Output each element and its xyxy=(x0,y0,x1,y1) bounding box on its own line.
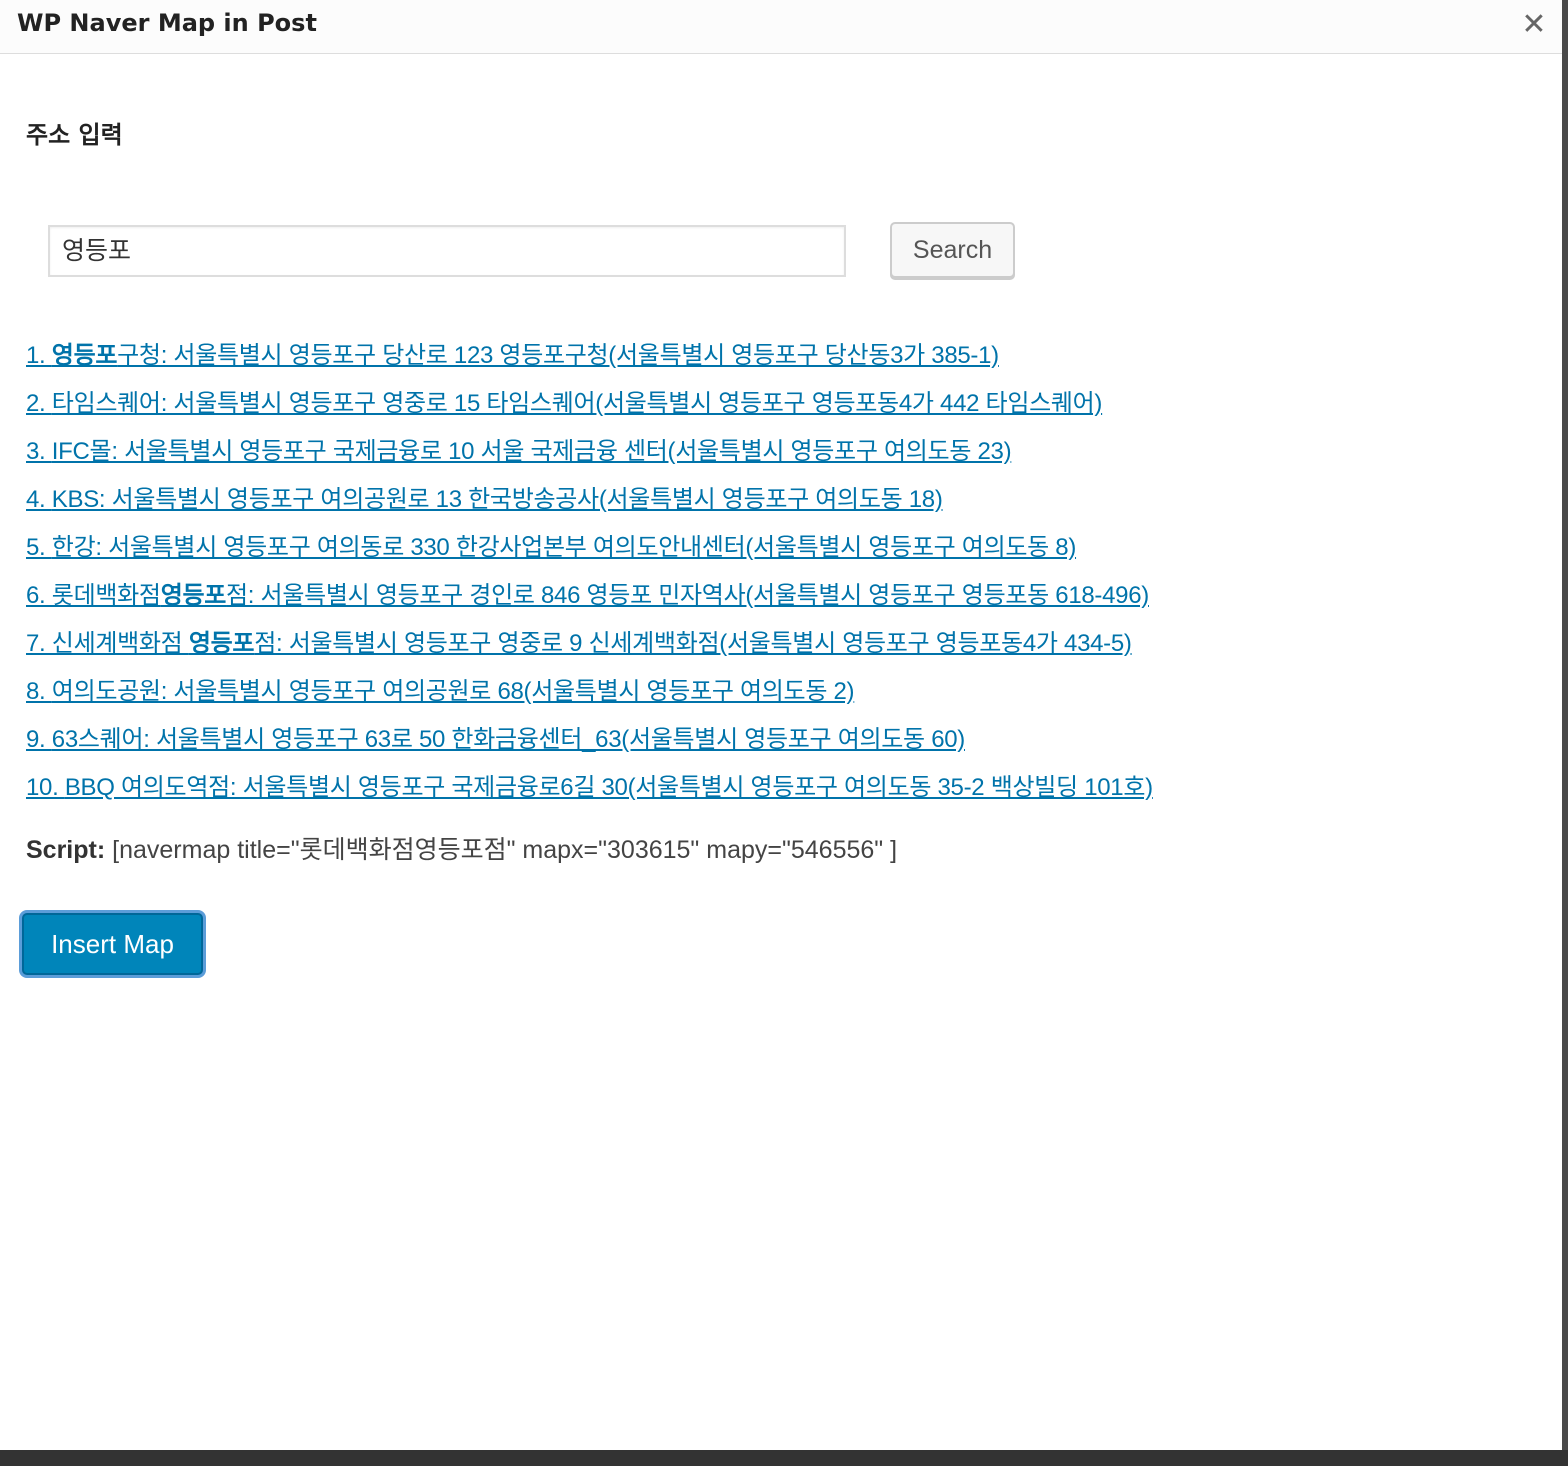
backdrop-edge-bottom xyxy=(0,1450,1568,1466)
result-item: 10. BBQ 여의도역점: 서울특별시 영등포구 국제금융로6길 30(서울특… xyxy=(26,768,1153,816)
result-link[interactable]: 9. 63스퀘어: 서울특별시 영등포구 63로 50 한화금융센터_63(서울… xyxy=(26,726,965,753)
result-link[interactable]: 5. 한강: 서울특별시 영등포구 여의동로 330 한강사업본부 여의도안내센… xyxy=(26,534,1076,561)
result-link[interactable]: 3. IFC몰: 서울특별시 영등포구 국제금융로 10 서울 국제금융 센터(… xyxy=(26,438,1012,465)
search-results-list: 1. 영등포구청: 서울특별시 영등포구 당산로 123 영등포구청(서울특별시… xyxy=(26,336,1153,816)
result-item: 2. 타임스퀘어: 서울특별시 영등포구 영중로 15 타임스퀘어(서울특별시 … xyxy=(26,384,1153,432)
result-item: 5. 한강: 서울특별시 영등포구 여의동로 330 한강사업본부 여의도안내센… xyxy=(26,528,1153,576)
address-heading: 주소 입력 xyxy=(26,121,123,149)
backdrop-edge-right xyxy=(1562,0,1568,1466)
insert-map-button[interactable]: Insert Map xyxy=(22,913,203,975)
result-link[interactable]: 10. BBQ 여의도역점: 서울특별시 영등포구 국제금융로6길 30(서울특… xyxy=(26,774,1153,801)
result-item: 8. 여의도공원: 서울특별시 영등포구 여의공원로 68(서울특별시 영등포구… xyxy=(26,672,1153,720)
result-link[interactable]: 2. 타임스퀘어: 서울특별시 영등포구 영중로 15 타임스퀘어(서울특별시 … xyxy=(26,390,1102,417)
result-link[interactable]: 1. 영등포구청: 서울특별시 영등포구 당산로 123 영등포구청(서울특별시… xyxy=(26,342,999,369)
result-item: 6. 롯데백화점영등포점: 서울특별시 영등포구 경인로 846 영등포 민자역… xyxy=(26,576,1153,624)
script-value: [navermap title="롯데백화점영등포점" mapx="303615… xyxy=(112,836,898,864)
result-link[interactable]: 7. 신세계백화점 영등포점: 서울특별시 영등포구 영중로 9 신세계백화점(… xyxy=(26,630,1132,657)
result-item: 4. KBS: 서울특별시 영등포구 여의공원로 13 한국방송공사(서울특별시… xyxy=(26,480,1153,528)
script-label: Script: xyxy=(26,836,106,864)
result-item: 9. 63스퀘어: 서울특별시 영등포구 63로 50 한화금융센터_63(서울… xyxy=(26,720,1153,768)
result-item: 7. 신세계백화점 영등포점: 서울특별시 영등포구 영중로 9 신세계백화점(… xyxy=(26,624,1153,672)
close-icon[interactable]: ✕ xyxy=(1514,4,1554,46)
result-link[interactable]: 4. KBS: 서울특별시 영등포구 여의공원로 13 한국방송공사(서울특별시… xyxy=(26,486,943,513)
address-search-input[interactable]: 영등포 xyxy=(48,225,846,277)
script-output: Script: [navermap title="롯데백화점영등포점" mapx… xyxy=(26,830,897,866)
search-button[interactable]: Search xyxy=(890,222,1015,278)
modal-dialog: WP Naver Map in Post ✕ 주소 입력 영등포 Search … xyxy=(0,0,1562,1450)
dialog-titlebar: WP Naver Map in Post ✕ xyxy=(0,0,1562,54)
result-item: 3. IFC몰: 서울특별시 영등포구 국제금융로 10 서울 국제금융 센터(… xyxy=(26,432,1153,480)
dialog-title: WP Naver Map in Post xyxy=(17,9,317,37)
result-link[interactable]: 8. 여의도공원: 서울특별시 영등포구 여의공원로 68(서울특별시 영등포구… xyxy=(26,678,855,705)
result-link[interactable]: 6. 롯데백화점영등포점: 서울특별시 영등포구 경인로 846 영등포 민자역… xyxy=(26,582,1149,609)
result-item: 1. 영등포구청: 서울특별시 영등포구 당산로 123 영등포구청(서울특별시… xyxy=(26,336,1153,384)
